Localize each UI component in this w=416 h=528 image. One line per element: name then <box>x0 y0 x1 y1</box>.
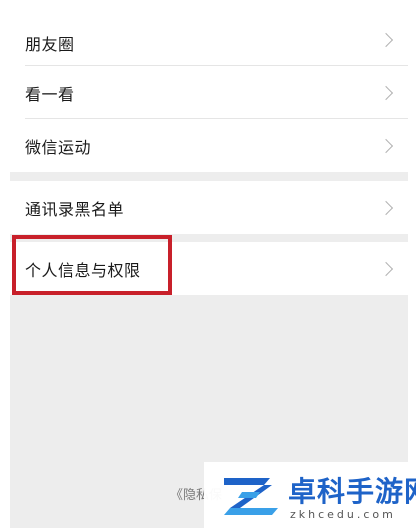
settings-group-social: 朋友圈 看一看 微信运动 <box>10 0 408 172</box>
settings-item-personal-info-permissions[interactable]: 个人信息与权限 <box>10 242 408 295</box>
settings-screen: 朋友圈 看一看 微信运动 通讯录黑名单 个人信息与权限 《隐私保 <box>10 0 408 528</box>
settings-item-label: 微信运动 <box>25 137 92 157</box>
settings-group-privacy: 个人信息与权限 <box>10 242 408 295</box>
settings-item-wechat-sports[interactable]: 微信运动 <box>10 119 408 172</box>
chevron-right-icon <box>378 261 394 276</box>
settings-item-label: 看一看 <box>25 84 75 104</box>
settings-item-label: 通讯录黑名单 <box>25 199 125 219</box>
settings-item-contacts-blocklist[interactable]: 通讯录黑名单 <box>10 181 408 234</box>
settings-group-blocked: 通讯录黑名单 <box>10 181 408 234</box>
watermark-logo-icon <box>224 478 278 515</box>
settings-item-moments[interactable]: 朋友圈 <box>10 0 408 66</box>
settings-item-label: 个人信息与权限 <box>25 260 141 280</box>
chevron-right-icon <box>378 85 394 100</box>
chevron-right-icon <box>378 138 394 153</box>
watermark: 卓科手游网 zkhcedu.com <box>204 462 416 528</box>
watermark-title: 卓科手游网 <box>288 475 416 508</box>
chevron-right-icon <box>378 200 394 215</box>
settings-item-label: 朋友圈 <box>25 35 75 54</box>
settings-item-top-stories[interactable]: 看一看 <box>10 66 408 119</box>
chevron-right-icon <box>378 32 394 48</box>
watermark-subtitle: zkhcedu.com <box>290 508 396 521</box>
